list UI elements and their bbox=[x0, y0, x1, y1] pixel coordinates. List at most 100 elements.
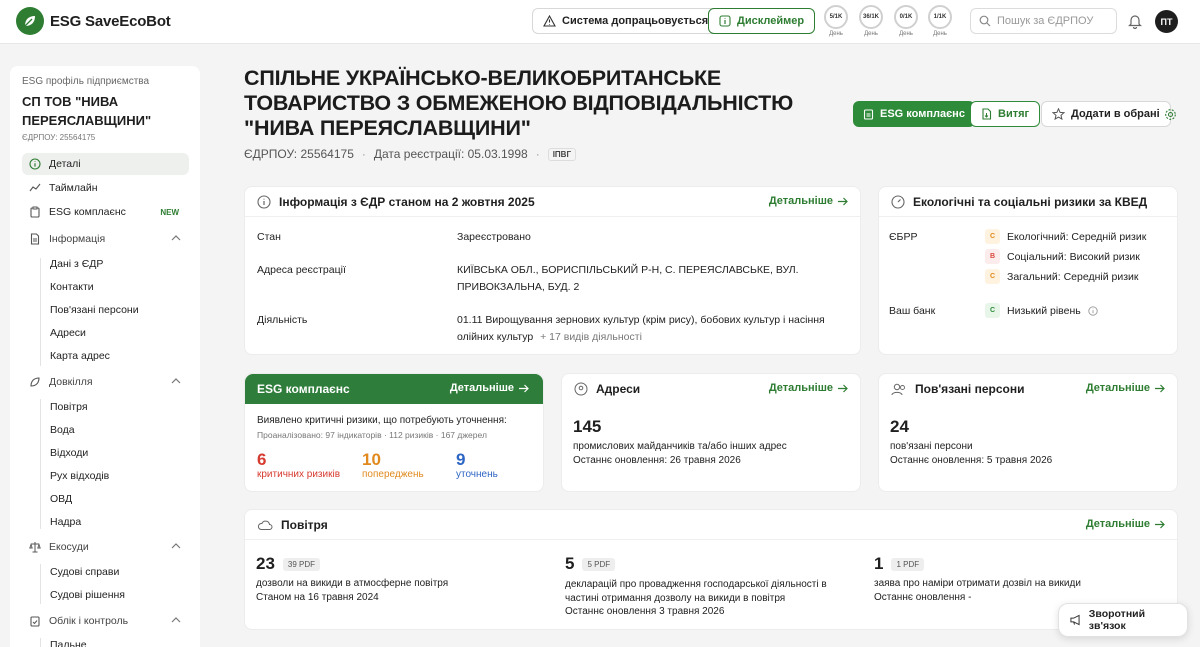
details-link[interactable]: Детальніше bbox=[1086, 518, 1165, 530]
edrpou-text: ЄДРПОУ: 25564175 bbox=[244, 147, 354, 161]
details-link-label: Детальніше bbox=[1085, 518, 1150, 530]
bank-risk-row: С Низький рівень bbox=[985, 303, 1098, 318]
arrow-right-icon bbox=[519, 384, 529, 392]
arrow-right-icon bbox=[1155, 384, 1165, 392]
usage-counter-label: День bbox=[899, 31, 913, 37]
usage-counter-2[interactable]: 36/1K День bbox=[857, 5, 885, 37]
avatar[interactable]: ПТ bbox=[1155, 10, 1178, 33]
addresses-updated: Останнє оновлення: 26 травня 2026 bbox=[573, 455, 741, 466]
sidebar-subitem[interactable]: Пальне bbox=[50, 637, 87, 647]
search-box[interactable] bbox=[970, 8, 1117, 34]
usage-counter-value: 1/1K bbox=[928, 5, 952, 29]
air-stat-label: заява про наміри отримати дозвіл на вики… bbox=[874, 578, 1081, 589]
arrow-right-icon bbox=[838, 197, 848, 205]
sidebar-subitem[interactable]: Рух відходів bbox=[50, 468, 109, 484]
usage-counter-4[interactable]: 1/1K День bbox=[926, 5, 954, 37]
details-link[interactable]: Детальніше bbox=[450, 382, 529, 394]
card-title: ESG комплаєнс bbox=[257, 382, 350, 396]
sidebar-group-eco-courts[interactable]: Екосуди bbox=[22, 536, 189, 558]
info-box-icon bbox=[719, 15, 731, 27]
trend-icon bbox=[28, 182, 41, 195]
activity-more-link[interactable]: + 17 видів діяльності bbox=[540, 331, 642, 343]
extract-label: Витяг bbox=[998, 108, 1030, 120]
new-badge: NEW bbox=[160, 207, 179, 217]
sidebar-subitem[interactable]: Надра bbox=[50, 514, 81, 530]
risk-level-badge: С bbox=[985, 303, 1000, 318]
sidebar-item-details[interactable]: Деталі bbox=[22, 153, 189, 175]
system-status-button[interactable]: Система допрацьовується bbox=[532, 8, 720, 34]
persons-count: 24 bbox=[890, 417, 909, 436]
usage-counter-value: 36/1K bbox=[859, 5, 883, 29]
address-label: Адреса реєстрації bbox=[257, 264, 346, 276]
sidebar-subitem[interactable]: ОВД bbox=[50, 491, 72, 507]
extract-button[interactable]: Витяг bbox=[970, 101, 1041, 127]
info-circle-icon[interactable] bbox=[1088, 305, 1098, 316]
chevron-up-icon bbox=[171, 235, 181, 241]
document-icon bbox=[28, 233, 41, 246]
feedback-button[interactable]: Зворотний зв'язок bbox=[1058, 603, 1188, 637]
warning-count: 10 bbox=[362, 450, 381, 469]
separator: · bbox=[361, 147, 366, 161]
critical-label: критичних ризиків bbox=[257, 469, 341, 480]
esg-compliance-card: ESG комплаєнс Детальніше Виявлено критич… bbox=[244, 373, 544, 492]
scales-icon bbox=[28, 541, 41, 554]
risk-text: Загальний: Середній ризик bbox=[1007, 270, 1139, 283]
addresses-label: промислових майданчиків та/або інших адр… bbox=[573, 441, 787, 452]
search-input[interactable] bbox=[997, 15, 1107, 27]
air-stat-number: 1 bbox=[874, 554, 884, 573]
sidebar-group-environment[interactable]: Довкілля bbox=[22, 371, 189, 393]
logo[interactable]: ESG SaveEcoBot bbox=[16, 7, 171, 35]
sidebar-subitem[interactable]: Карта адрес bbox=[50, 348, 110, 364]
usage-counter-label: День bbox=[864, 31, 878, 37]
details-link-label: Детальніше bbox=[768, 195, 833, 207]
edr-info-card: Інформація з ЄДР станом на 2 жовтня 2025… bbox=[244, 186, 861, 355]
leaf-outline-icon bbox=[28, 376, 41, 389]
bell-icon[interactable] bbox=[1128, 13, 1142, 29]
air-stat-label: декларацій про провадження господарської… bbox=[565, 579, 827, 604]
usage-counter-label: День bbox=[829, 31, 843, 37]
sidebar-item-timeline[interactable]: Таймлайн bbox=[22, 177, 189, 199]
gauge-icon bbox=[891, 194, 905, 209]
sidebar-group-control[interactable]: Облік і контроль bbox=[22, 610, 189, 632]
card-header: Екологічні та соціальні ризики за КВЕД bbox=[879, 187, 1177, 217]
details-link[interactable]: Детальніше bbox=[1086, 382, 1165, 394]
details-link[interactable]: Детальніше bbox=[769, 195, 848, 207]
sidebar-group-info[interactable]: Інформація bbox=[22, 228, 189, 250]
sidebar-subitem[interactable]: Судові справи bbox=[50, 564, 119, 580]
submenu-rail bbox=[40, 399, 41, 529]
air-stat-number: 23 bbox=[256, 554, 275, 573]
esg-analyzed: Проаналізовано: 97 індикаторів · 112 риз… bbox=[257, 430, 487, 440]
chevron-up-icon bbox=[171, 617, 181, 623]
sidebar-subitem[interactable]: Повітря bbox=[50, 399, 88, 415]
usage-counter-value: 0/1K bbox=[894, 5, 918, 29]
esg-compliance-button[interactable]: ESG комплаєнс bbox=[853, 101, 975, 127]
air-stat-value: 1 1 PDF bbox=[874, 554, 925, 574]
details-link[interactable]: Детальніше bbox=[769, 382, 848, 394]
add-favorite-button[interactable]: Додати в обрані bbox=[1041, 101, 1171, 127]
sidebar-subitem[interactable]: Судові рішення bbox=[50, 587, 125, 603]
users-icon bbox=[891, 383, 905, 395]
card-header: ESG комплаєнс Детальніше bbox=[245, 374, 543, 404]
gear-icon[interactable] bbox=[1164, 108, 1177, 121]
clipboard-check-icon bbox=[28, 615, 41, 628]
company-tag: ІПВГ bbox=[547, 147, 576, 161]
sidebar-subitem[interactable]: Дані з ЄДР bbox=[50, 256, 103, 272]
sidebar-subitem[interactable]: Пов'язані персони bbox=[50, 302, 139, 318]
pdf-badge[interactable]: 1 PDF bbox=[891, 558, 925, 572]
sidebar-subitem[interactable]: Відходи bbox=[50, 445, 88, 461]
sidebar-subitem[interactable]: Вода bbox=[50, 422, 75, 438]
disclaimer-button[interactable]: Дисклеймер bbox=[708, 8, 816, 34]
usage-counter-1[interactable]: 5/1K День bbox=[822, 5, 850, 37]
risk-text: Соціальний: Високий ризик bbox=[1007, 250, 1140, 263]
clarification-label: уточнень bbox=[456, 469, 498, 480]
feedback-label: Зворотний зв'язок bbox=[1088, 608, 1146, 632]
sidebar-subitem[interactable]: Контакти bbox=[50, 279, 94, 295]
sidebar-item-esg-compliance[interactable]: ESG комплаєнс NEW bbox=[22, 201, 189, 223]
card-title: Екологічні та соціальні ризики за КВЕД bbox=[913, 194, 1148, 209]
card-title: Адреси bbox=[596, 382, 641, 396]
pdf-badge[interactable]: 5 PDF bbox=[582, 558, 616, 572]
usage-counter-3[interactable]: 0/1K День bbox=[892, 5, 920, 37]
sidebar-subitem[interactable]: Адреси bbox=[50, 325, 86, 341]
pdf-badge[interactable]: 39 PDF bbox=[282, 558, 321, 572]
disclaimer-label: Дисклеймер bbox=[737, 15, 805, 27]
